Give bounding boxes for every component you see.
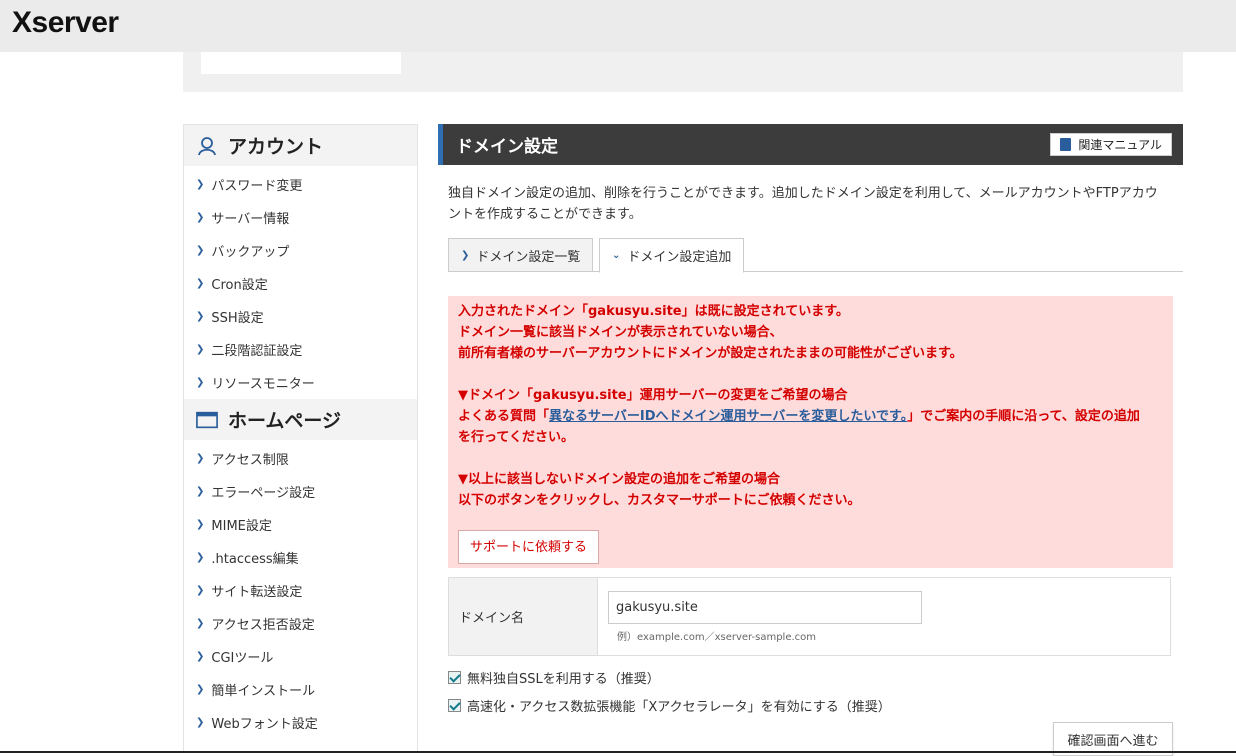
user-icon — [196, 135, 218, 157]
accelerator-option[interactable]: 高速化・アクセス数拡張機能「Xアクセラレータ」を有効にする（推奨） — [448, 696, 891, 715]
domain-form-table: ドメイン名 gakusyu.site 例）example.com／xserver… — [448, 577, 1171, 656]
sidebar-item-label: Webフォント設定 — [211, 717, 318, 732]
sidebar-item-cgi-tool[interactable]: ❯ CGIツール — [184, 640, 417, 673]
top-bar: Xserver — [0, 0, 1236, 52]
alert-line: を行ってください。 — [458, 430, 574, 445]
alert-line: 以下のボタンをクリックし、カスタマーサポートにご依頼ください。 — [458, 493, 861, 508]
sidebar-item-label: .htaccess編集 — [211, 552, 299, 567]
alert-line: ドメイン一覧に該当ドメインが表示されていない場合、 — [458, 325, 783, 340]
tab-domain-add[interactable]: ⌄ ドメイン設定追加 — [599, 238, 744, 273]
domain-name-label: ドメイン名 — [449, 578, 598, 655]
chevron-right-icon: ❯ — [196, 486, 205, 497]
alert-text: よくある質問「 — [458, 409, 550, 424]
sidebar-item-ssh[interactable]: ❯ SSH設定 — [184, 300, 417, 333]
sidebar-section-title: アカウント — [228, 136, 324, 158]
sidebar-item-label: CGIツール — [211, 651, 274, 666]
sidebar: アカウント ❯ パスワード変更 ❯ サーバー情報 ❯ バックアップ ❯ Cron設定 ❯… — [183, 124, 418, 753]
tab-domain-list[interactable]: ❯ ドメイン設定一覧 — [448, 238, 593, 272]
alert-line: 入力されたドメイン「gakusyu.site」は既に設定されています。 — [458, 304, 849, 319]
ssl-checkbox[interactable] — [448, 671, 461, 684]
tab-label: ドメイン設定一覧 — [476, 249, 581, 265]
sidebar-item-access-restriction[interactable]: ❯ アクセス制限 — [184, 442, 417, 475]
sidebar-item-label: Cron設定 — [211, 278, 268, 293]
chevron-right-icon: ❯ — [196, 519, 205, 530]
book-icon — [1060, 138, 1072, 151]
sidebar-item-label: サイト転送設定 — [211, 585, 303, 600]
chevron-right-icon: ❯ — [196, 245, 205, 256]
sidebar-item-label: エラーページ設定 — [211, 486, 316, 501]
chevron-right-icon: ❯ — [196, 179, 205, 190]
sidebar-item-label: SSH設定 — [211, 311, 264, 326]
sidebar-item-label: アクセス拒否設定 — [211, 618, 315, 633]
sidebar-item-access-deny[interactable]: ❯ アクセス拒否設定 — [184, 607, 417, 640]
chevron-right-icon: ❯ — [196, 311, 205, 322]
sidebar-section-title: ホームページ — [228, 410, 342, 432]
chevron-right-icon: ❯ — [196, 344, 205, 355]
alert-line: ▼ドメイン「gakusyu.site」運用サーバーの変更をご希望の場合 — [458, 388, 848, 403]
alert-line: ▼以上に該当しないドメイン設定の追加をご希望の場合 — [458, 472, 780, 487]
description-line: ントを作成することができます。 — [448, 207, 642, 222]
sidebar-item-label: 簡単インストール — [211, 684, 316, 699]
chevron-right-icon: ❯ — [196, 453, 205, 464]
chevron-right-icon: ❯ — [196, 651, 205, 662]
sidebar-item-resource-monitor[interactable]: ❯ リソースモニター — [184, 366, 417, 399]
tab-label: ドメイン設定追加 — [627, 250, 732, 265]
sidebar-item-easy-install[interactable]: ❯ 簡単インストール — [184, 673, 417, 706]
sidebar-item-password[interactable]: ❯ パスワード変更 — [184, 168, 417, 201]
sidebar-item-htaccess[interactable]: ❯ .htaccess編集 — [184, 541, 417, 574]
chevron-down-icon: ⌄ — [612, 250, 621, 261]
related-manual-button[interactable]: 関連マニュアル — [1050, 133, 1172, 156]
sidebar-section-account: アカウント — [184, 125, 417, 166]
sidebar-item-label: サーバー情報 — [211, 212, 290, 227]
page-title: ドメイン設定 — [456, 137, 558, 157]
chevron-right-icon: ❯ — [196, 717, 205, 728]
chevron-right-icon: ❯ — [196, 585, 205, 596]
sidebar-item-server-info[interactable]: ❯ サーバー情報 — [184, 201, 417, 234]
accelerator-option-label: 高速化・アクセス数拡張機能「Xアクセラレータ」を有効にする（推奨） — [467, 700, 891, 715]
alert-text: 」でご案内の手順に沿って、設定の追加 — [907, 409, 1140, 424]
page-description: 独自ドメイン設定の追加、削除を行うことができます。追加したドメイン設定を利用して… — [448, 183, 1173, 225]
chevron-right-icon: ❯ — [196, 278, 205, 289]
accelerator-checkbox[interactable] — [448, 699, 461, 712]
sidebar-item-cron[interactable]: ❯ Cron設定 — [184, 267, 417, 300]
sidebar-item-mime[interactable]: ❯ MIME設定 — [184, 508, 417, 541]
sidebar-item-label: パスワード変更 — [211, 179, 303, 194]
chevron-right-icon: ❯ — [196, 212, 205, 223]
request-support-button[interactable]: サポートに依頼する — [458, 530, 600, 564]
sidebar-section-homepage: ホームページ — [184, 399, 417, 440]
faq-link[interactable]: 異なるサーバーIDへドメイン運用サーバーを変更したいです。 — [549, 409, 907, 424]
ssl-option[interactable]: 無料独自SSLを利用する（推奨） — [448, 668, 660, 687]
description-line: 独自ドメイン設定の追加、削除を行うことができます。追加したドメイン設定を利用して… — [448, 186, 1158, 201]
chevron-right-icon: ❯ — [196, 552, 205, 563]
chevron-right-icon: ❯ — [196, 377, 205, 388]
chevron-right-icon: ❯ — [196, 684, 205, 695]
sidebar-item-2fa[interactable]: ❯ 二段階認証設定 — [184, 333, 417, 366]
ssl-option-label: 無料独自SSLを利用する（推奨） — [467, 672, 660, 687]
alert-line-faq: よくある質問「異なるサーバーIDへドメイン運用サーバーを変更したいです。」でご案… — [458, 406, 1163, 427]
browser-window-icon — [196, 409, 218, 431]
chevron-right-icon: ❯ — [196, 618, 205, 629]
chevron-right-icon: ❯ — [461, 249, 470, 261]
sidebar-item-error-page[interactable]: ❯ エラーページ設定 — [184, 475, 417, 508]
error-alert: 入力されたドメイン「gakusyu.site」は既に設定されています。 ドメイン… — [448, 296, 1173, 568]
sidebar-item-label: リソースモニター — [211, 377, 315, 392]
sidebar-item-label: MIME設定 — [211, 519, 272, 534]
domain-example-hint: 例）example.com／xserver-sample.com — [617, 632, 817, 643]
info-panel-blank — [201, 52, 401, 74]
page-title-bar: ドメイン設定 関連マニュアル — [438, 124, 1183, 165]
main-content: ドメイン設定 関連マニュアル 独自ドメイン設定の追加、削除を行うことができます。… — [438, 124, 1183, 756]
sidebar-item-backup[interactable]: ❯ バックアップ — [184, 234, 417, 267]
related-manual-label: 関連マニュアル — [1078, 138, 1162, 152]
tab-bar: ❯ ドメイン設定一覧 ⌄ ドメイン設定追加 — [448, 238, 1183, 273]
sidebar-item-label: 二段階認証設定 — [211, 344, 303, 359]
sidebar-item-site-redirect[interactable]: ❯ サイト転送設定 — [184, 574, 417, 607]
alert-line: 前所有者様のサーバーアカウントにドメインが設定されたままの可能性がございます。 — [458, 346, 963, 361]
xserver-logo[interactable]: Xserver — [12, 6, 119, 40]
domain-name-input[interactable]: gakusyu.site — [608, 591, 922, 624]
sidebar-item-label: アクセス制限 — [211, 453, 289, 468]
sidebar-item-web-font[interactable]: ❯ Webフォント設定 — [184, 706, 417, 739]
sidebar-item-label: バックアップ — [211, 245, 290, 260]
